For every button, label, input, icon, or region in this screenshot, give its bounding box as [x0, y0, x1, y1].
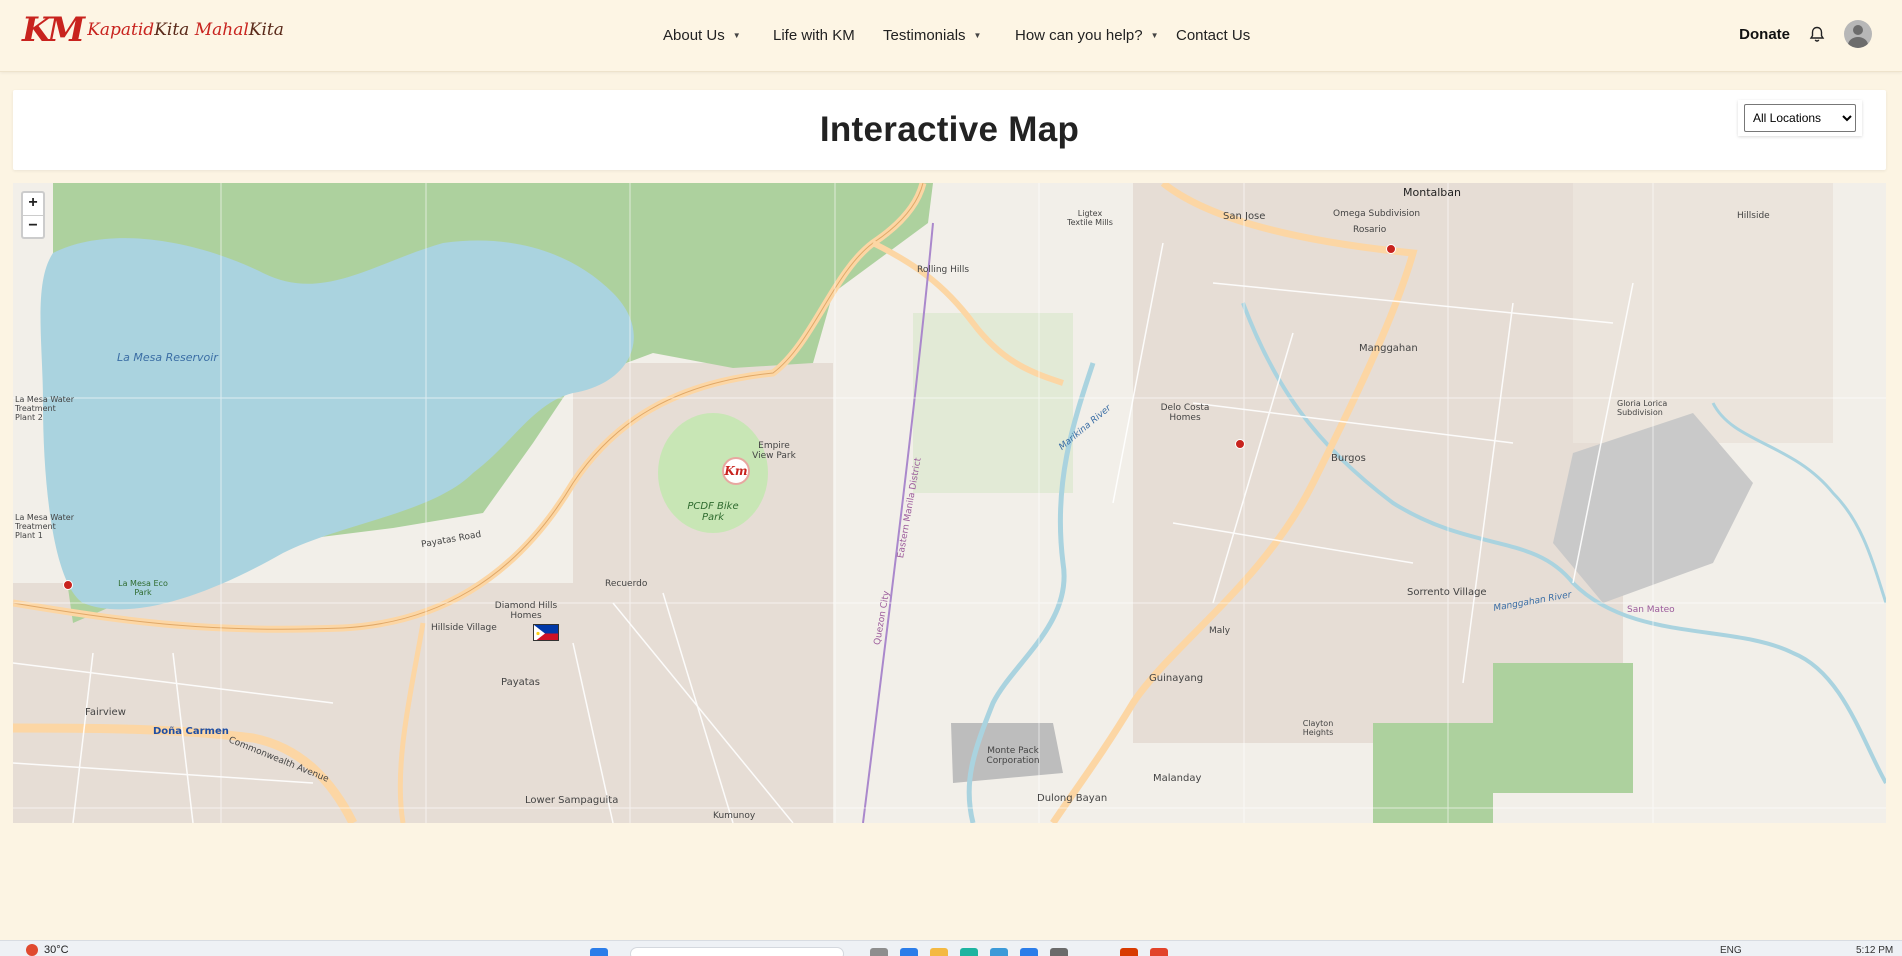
philippine-flag-marker[interactable] — [533, 624, 559, 641]
weather-icon — [26, 944, 38, 956]
map-label-fairview: Fairview — [85, 707, 126, 718]
location-filter-select[interactable]: All Locations — [1744, 104, 1856, 132]
top-navbar: KM KapatidKita MahalKita About Us ▼ Life … — [0, 0, 1902, 72]
zoom-out-button[interactable]: − — [23, 215, 43, 237]
caret-down-icon: ▼ — [1150, 30, 1159, 40]
map-label-guinayang: Guinayang — [1149, 673, 1204, 684]
zoom-in-button[interactable]: + — [23, 193, 43, 215]
folder-icon[interactable] — [930, 948, 948, 956]
map-label-empire-view: Empire View Park — [752, 441, 796, 461]
nav-actions: Donate — [1739, 20, 1872, 48]
map-label-manggahan: Manggahan — [1359, 343, 1418, 354]
map-label-pcdf-bike-park: PCDF Bike Park — [687, 501, 739, 523]
nav-testimonials[interactable]: Testimonials ▼ — [883, 27, 981, 44]
map-label-hillside-top: Hillside — [1737, 211, 1770, 221]
language-indicator[interactable]: ENG — [1720, 945, 1742, 956]
map-label-montalban: Montalban — [1403, 186, 1461, 199]
task-view-icon[interactable] — [870, 948, 888, 956]
nav-how-can-you-help[interactable]: How can you help? ▼ — [1015, 27, 1159, 44]
page-title: Interactive Map — [819, 110, 1080, 149]
km-location-marker[interactable]: Km — [722, 457, 750, 485]
map-label-kumunoy: Kumunoy — [713, 811, 756, 821]
map-label-eco-park: La Mesa Eco Park — [118, 579, 168, 597]
map-label-delo-costa: Delo Costa Homes — [1160, 403, 1210, 423]
map-label-monte-pack: Monte Pack Corporation — [986, 746, 1040, 766]
map-label-clayton: Clayton Heights — [1302, 719, 1334, 737]
app-icon[interactable] — [990, 948, 1008, 956]
hospital-poi-icon[interactable] — [63, 580, 73, 590]
donate-link[interactable]: Donate — [1739, 26, 1790, 43]
map-label-gloria-lorica: Gloria Lorica Subdivision — [1617, 399, 1668, 417]
map-label-recuerdo: Recuerdo — [605, 579, 648, 589]
nav-life-with-km[interactable]: Life with KM — [773, 27, 855, 44]
caret-down-icon: ▼ — [732, 30, 741, 40]
map-label-hillside-village: Hillside Village — [431, 623, 497, 633]
nav-about-us[interactable]: About Us ▼ — [663, 27, 741, 44]
windows-start-icon[interactable] — [590, 948, 608, 956]
hospital-poi-icon[interactable] — [1235, 439, 1245, 449]
map-tiles — [13, 183, 1886, 823]
map-label-rosario: Rosario — [1353, 225, 1387, 235]
os-taskbar: 30°C ENG 5:12 PM — [0, 940, 1902, 956]
map-label-san-jose: San Jose — [1223, 211, 1266, 222]
map-label-omega: Omega Subdivision — [1333, 209, 1421, 219]
map-label-rolling-hills: Rolling Hills — [917, 265, 970, 275]
map-zoom-control: + − — [21, 191, 45, 239]
app-icon[interactable] — [1020, 948, 1038, 956]
map-label-payatas: Payatas — [501, 677, 541, 688]
taskbar-weather[interactable]: 30°C — [26, 944, 69, 956]
map-label-dulong-bayan: Dulong Bayan — [1037, 793, 1108, 804]
hospital-poi-icon[interactable] — [1386, 244, 1396, 254]
logo-mark: KM — [22, 10, 85, 50]
taskbar-search[interactable] — [630, 947, 844, 956]
map-label-ligtex: Ligtex Textile Mills — [1067, 209, 1113, 227]
map-label-malanday: Malanday — [1153, 773, 1202, 784]
map-label-la-mesa: La Mesa Reservoir — [117, 351, 218, 364]
app-icon[interactable] — [1120, 948, 1138, 956]
clock[interactable]: 5:12 PM — [1856, 945, 1893, 956]
map-label-san-mateo: San Mateo — [1627, 605, 1675, 615]
caret-down-icon: ▼ — [973, 30, 982, 40]
app-icon[interactable] — [1050, 948, 1068, 956]
edge-icon[interactable] — [960, 948, 978, 956]
map-label-treatment-1: La Mesa Water Treatment Plant 1 — [15, 513, 74, 540]
map-label-diamond-hills: Diamond Hills Homes — [494, 601, 558, 621]
map-label-sorrento: Sorrento Village — [1407, 587, 1487, 598]
app-icon[interactable] — [900, 948, 918, 956]
bell-icon[interactable] — [1808, 25, 1826, 43]
interactive-map[interactable]: La Mesa Reservoir La Mesa Water Treatmen… — [13, 183, 1886, 823]
site-logo[interactable]: KM KapatidKita MahalKita — [22, 10, 284, 50]
location-filter-container: All Locations — [1738, 100, 1862, 136]
map-label-maly: Maly — [1209, 626, 1231, 636]
logo-wordmark: KapatidKita MahalKita — [87, 20, 284, 40]
map-label-treatment-2: La Mesa Water Treatment Plant 2 — [15, 395, 74, 422]
map-label-dona-carmen: Doña Carmen — [153, 726, 229, 737]
map-label-lower-sampaguita: Lower Sampaguita — [525, 795, 619, 806]
nav-contact-us[interactable]: Contact Us — [1176, 27, 1250, 44]
chrome-icon[interactable] — [1150, 948, 1168, 956]
map-header-card: Interactive Map All Locations — [13, 90, 1886, 170]
user-avatar-icon[interactable] — [1844, 20, 1872, 48]
map-label-burgos: Burgos — [1331, 453, 1366, 464]
